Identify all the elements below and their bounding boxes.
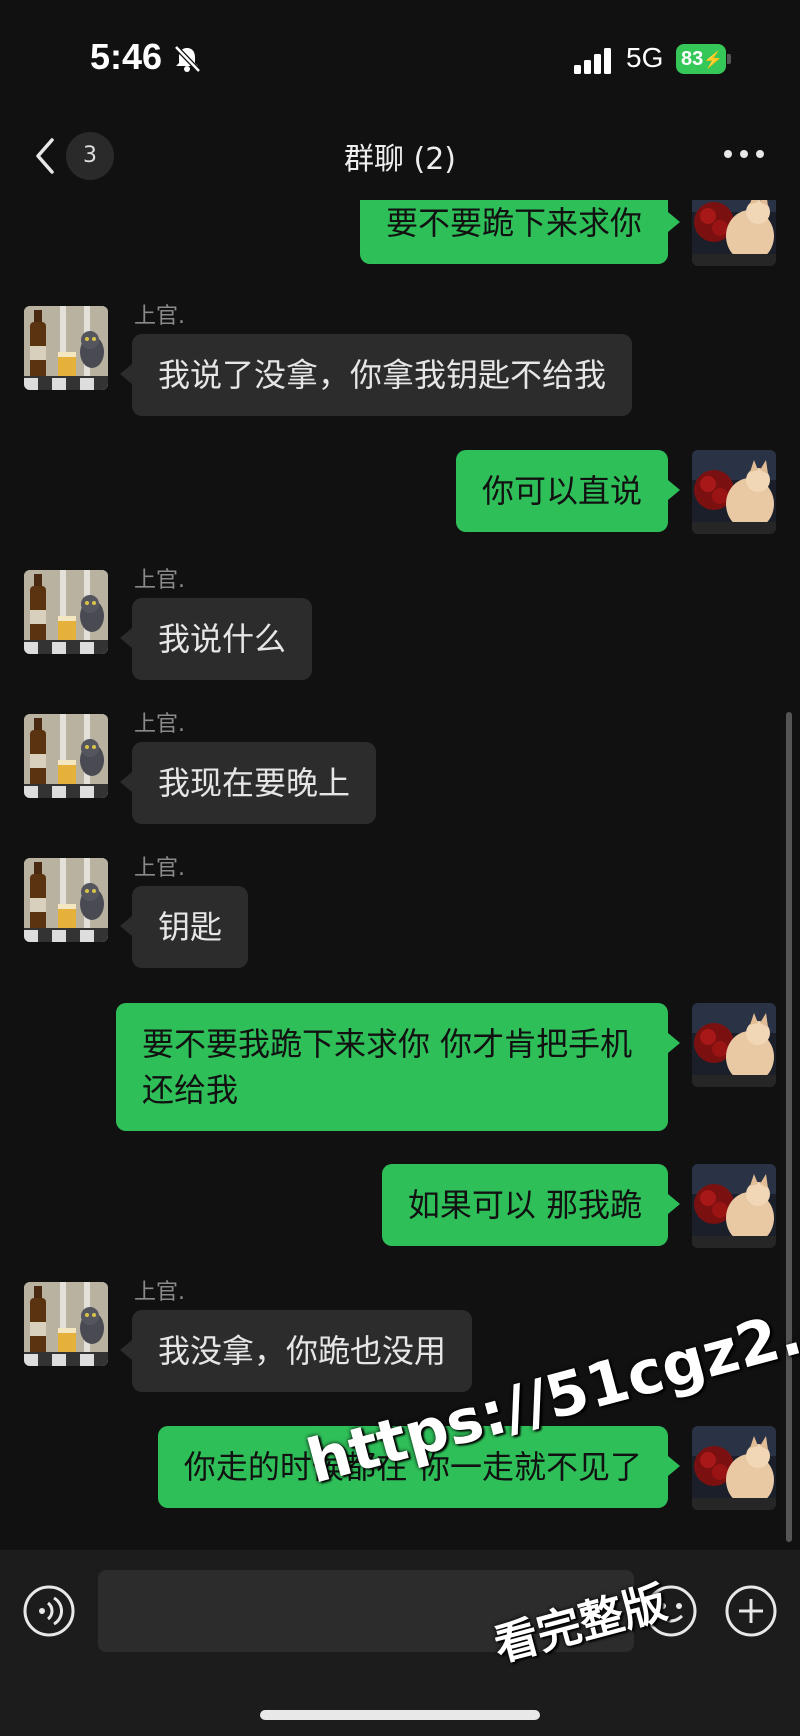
message-text: 我说了没拿，你拿我钥匙不给我 xyxy=(158,356,607,394)
home-indicator[interactable] xyxy=(260,1710,540,1720)
sender-avatar[interactable] xyxy=(24,714,108,798)
self-avatar[interactable] xyxy=(692,1164,776,1248)
self-avatar[interactable] xyxy=(692,1003,776,1087)
message-bubble-incoming[interactable]: 我现在要晚上 xyxy=(119,742,377,824)
sender-avatar[interactable] xyxy=(24,1282,108,1366)
more-options-icon[interactable] xyxy=(722,144,766,164)
message-bubble-incoming[interactable]: 我说什么 xyxy=(119,598,313,680)
message-text: 钥匙 xyxy=(158,908,223,946)
status-bar: 5:46 5G 83⚡ xyxy=(0,0,800,120)
message-bubble-outgoing[interactable]: 你可以直说 xyxy=(455,450,681,532)
message-text: 我现在要晚上 xyxy=(158,764,351,802)
chat-title: 群聊 (2) xyxy=(343,142,457,177)
message-bubble-incoming[interactable]: 我说了没拿，你拿我钥匙不给我 xyxy=(119,334,633,416)
status-time: 5:46 xyxy=(90,36,163,77)
sender-name: 上官. xyxy=(134,304,185,329)
message-text: 我说什么 xyxy=(158,620,287,658)
self-avatar[interactable] xyxy=(692,450,776,534)
sender-name: 上官. xyxy=(134,568,185,593)
charging-icon: ⚡ xyxy=(703,52,724,69)
self-avatar[interactable] xyxy=(692,1426,776,1510)
signal-icon xyxy=(574,48,611,74)
message-bubble-outgoing[interactable]: 要不要我跪下来求你 你才肯把手机还给我 xyxy=(116,1003,680,1131)
sender-name: 上官. xyxy=(134,1280,185,1305)
message-text: 如果可以 那我跪 xyxy=(407,1186,642,1224)
sender-avatar[interactable] xyxy=(24,306,108,390)
message-text: 你可以直说 xyxy=(481,472,642,510)
input-bar xyxy=(0,1550,800,1736)
self-avatar[interactable] xyxy=(692,200,776,266)
message-bubble-outgoing[interactable]: 要不要跪下来求你 xyxy=(359,200,681,264)
plus-icon[interactable] xyxy=(724,1584,778,1638)
voice-input-icon[interactable] xyxy=(22,1584,76,1638)
sender-avatar[interactable] xyxy=(24,858,108,942)
network-type: 5G xyxy=(626,42,664,73)
message-text: 要不要我跪下来求你 你才肯把手机还给我 xyxy=(142,1025,633,1109)
sender-avatar[interactable] xyxy=(24,570,108,654)
battery-indicator: 83⚡ xyxy=(676,44,731,74)
message-bubble-outgoing[interactable]: 如果可以 那我跪 xyxy=(381,1164,681,1246)
bell-muted-icon xyxy=(174,45,201,73)
message-bubble-incoming[interactable]: 钥匙 xyxy=(119,886,249,968)
sender-name: 上官. xyxy=(134,856,185,881)
scrollbar[interactable] xyxy=(786,712,792,1542)
message-text: 要不要跪下来求你 xyxy=(385,204,642,242)
message-bubble-incoming[interactable]: 我没拿，你跪也没用 xyxy=(119,1310,473,1392)
battery-level: 83 xyxy=(681,48,704,70)
sender-name: 上官. xyxy=(134,712,185,737)
chat-header: 3 群聊 (2) xyxy=(0,120,800,200)
message-text: 我没拿，你跪也没用 xyxy=(158,1332,447,1370)
